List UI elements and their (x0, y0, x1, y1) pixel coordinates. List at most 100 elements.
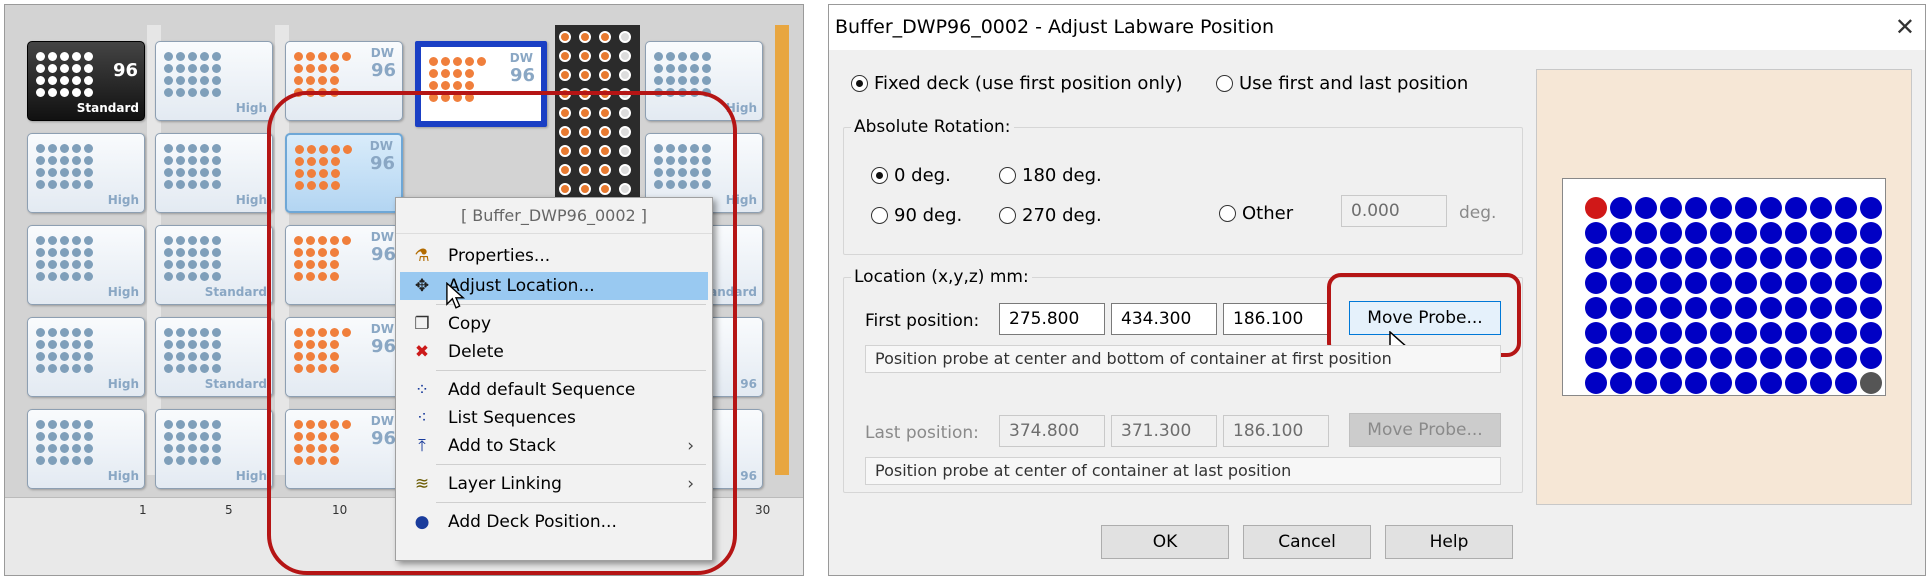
plate-well (1685, 197, 1707, 219)
tip-well (599, 50, 611, 62)
well-pattern-icon (164, 144, 221, 189)
plate-well (1785, 297, 1807, 319)
labware-number-label: 96 (509, 65, 535, 86)
plate-preview (1562, 178, 1886, 396)
other-rotation-input[interactable]: 0.000 (1341, 195, 1447, 227)
tip-well (559, 31, 571, 43)
plate-well (1835, 247, 1857, 269)
help-button[interactable]: Help (1385, 525, 1513, 559)
radio-first-last[interactable]: Use first and last position (1216, 73, 1468, 94)
plate-well (1685, 297, 1707, 319)
radio-label: 270 deg. (1022, 205, 1102, 226)
cancel-button[interactable]: Cancel (1243, 525, 1371, 559)
labware-label: Standard (76, 101, 139, 115)
plate-well (1835, 222, 1857, 244)
plate-well (1785, 197, 1807, 219)
plate-well (1635, 222, 1657, 244)
deck-labware-cell[interactable]: High (27, 133, 145, 213)
plate-well-grid (1585, 197, 1882, 394)
deck-labware-cell[interactable]: High (155, 409, 273, 489)
tip-well (559, 50, 571, 62)
first-position-hint: Position probe at center and bottom of c… (865, 345, 1501, 373)
plate-well (1710, 272, 1732, 294)
radio-empty-icon (1219, 205, 1236, 222)
labware-type-label: DW (370, 46, 394, 60)
deck-labware-cell[interactable]: High (27, 225, 145, 305)
plate-well (1785, 322, 1807, 344)
well-pattern-icon (36, 144, 93, 189)
plate-well (1660, 372, 1682, 394)
deck-labware-cell[interactable]: High (155, 133, 273, 213)
labware-label: High (107, 469, 139, 483)
deck-layout-panel[interactable]: 96 Standard High DW 96 DW 96 High High High DW 96 Hi… (4, 4, 804, 576)
dialog-title: Buffer_DWP96_0002 - Adjust Labware Posit… (835, 16, 1275, 38)
radio-rot-180[interactable]: 180 deg. (999, 165, 1102, 186)
first-x-input[interactable]: 275.800 (999, 303, 1105, 335)
labware-label: High (235, 469, 267, 483)
plate-well (1785, 372, 1807, 394)
plate-well (1685, 347, 1707, 369)
plate-well (1760, 322, 1782, 344)
plate-well (1710, 297, 1732, 319)
last-y-input[interactable]: 371.300 (1111, 415, 1217, 447)
plate-well (1860, 347, 1882, 369)
plate-well (1760, 347, 1782, 369)
dialog-title-bar: Buffer_DWP96_0002 - Adjust Labware Posit… (829, 5, 1925, 50)
close-icon[interactable]: ✕ (1895, 5, 1915, 50)
well-pattern-icon (164, 236, 221, 281)
deck-labware-cell[interactable]: High (27, 317, 145, 397)
tip-well (559, 69, 571, 81)
plate-well (1610, 297, 1632, 319)
tip-well (579, 50, 591, 62)
tip-well (579, 31, 591, 43)
radio-rot-0[interactable]: 0 deg. (871, 165, 951, 186)
radio-empty-icon (871, 207, 888, 224)
last-z-input[interactable]: 186.100 (1223, 415, 1329, 447)
radio-rot-270[interactable]: 270 deg. (999, 205, 1102, 226)
first-y-input[interactable]: 434.300 (1111, 303, 1217, 335)
last-x-input[interactable]: 374.800 (999, 415, 1105, 447)
plate-well (1810, 297, 1832, 319)
ok-button[interactable]: OK (1101, 525, 1229, 559)
labware-label: High (107, 285, 139, 299)
plate-well (1860, 272, 1882, 294)
radio-empty-icon (1216, 75, 1233, 92)
tip-well (619, 50, 631, 62)
plate-well (1635, 197, 1657, 219)
plate-well (1660, 197, 1682, 219)
plate-well (1860, 222, 1882, 244)
plate-well (1635, 372, 1657, 394)
well-pattern-icon (164, 420, 221, 465)
radio-label: 0 deg. (894, 165, 951, 186)
plate-well (1835, 297, 1857, 319)
plate-well (1860, 297, 1882, 319)
labware-preview (1536, 69, 1912, 505)
plate-well (1585, 222, 1607, 244)
labware-label: High (107, 377, 139, 391)
plate-well (1735, 297, 1757, 319)
first-z-input[interactable]: 186.100 (1223, 303, 1329, 335)
plate-well (1610, 272, 1632, 294)
deck-labware-cell[interactable]: High (27, 409, 145, 489)
labware-label: 96 (740, 469, 757, 483)
well-pattern-icon (36, 52, 93, 97)
plate-well (1735, 197, 1757, 219)
deck-labware-cell[interactable]: 96 Standard (27, 41, 145, 121)
deck-labware-cell[interactable]: High (155, 41, 273, 121)
deck-labware-cell[interactable]: Standard (155, 225, 273, 305)
tip-well (599, 31, 611, 43)
radio-rot-90[interactable]: 90 deg. (871, 205, 962, 226)
plate-well (1710, 222, 1732, 244)
radio-label: 90 deg. (894, 205, 963, 226)
plate-well (1860, 197, 1882, 219)
plate-well (1710, 322, 1732, 344)
radio-rot-other[interactable]: Other (1219, 203, 1293, 224)
plate-well (1735, 372, 1757, 394)
plate-well (1860, 372, 1882, 394)
plate-well (1710, 197, 1732, 219)
deck-labware-cell[interactable]: Standard (155, 317, 273, 397)
adjust-labware-dialog[interactable]: Buffer_DWP96_0002 - Adjust Labware Posit… (828, 4, 1926, 576)
radio-fixed-deck[interactable]: Fixed deck (use first position only) (851, 73, 1183, 94)
move-probe-last-button[interactable]: Move Probe... (1349, 413, 1501, 447)
plate-well (1760, 272, 1782, 294)
